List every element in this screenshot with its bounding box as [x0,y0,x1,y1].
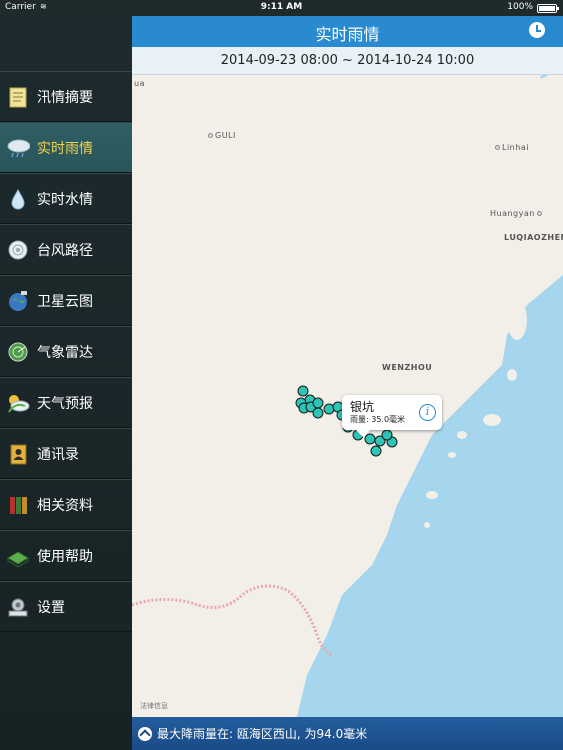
sidebar-item-contacts[interactable]: 通讯录 [0,428,132,479]
battery-icon [537,4,559,13]
page-title: 实时雨情 [315,25,380,44]
city-dot-icon [208,133,213,138]
status-bar: Carrier ≋ 9:11 AM 100% [0,0,563,16]
legal-link[interactable]: 法律信息 [140,701,168,711]
map-label-linhai: Linhai [495,143,529,152]
sidebar-item-label: 使用帮助 [37,548,93,565]
sidebar-item-label: 设置 [37,599,65,616]
sidebar-item-weather-forecast[interactable]: 天气预报 [0,377,132,428]
map-label: ua [134,79,145,88]
station-name: 银坑 [350,400,375,414]
clock-icon[interactable] [529,22,545,38]
help-book-icon [6,544,30,568]
map-label-wenzhou: WENZHOU [382,363,433,372]
battery-percent: 100% [507,2,533,12]
sidebar-item-label: 汛情摘要 [37,89,93,106]
city-dot-icon [536,211,542,216]
water-drops-icon [6,187,30,211]
notes-icon [6,85,30,109]
sidebar-item-label: 通讯录 [37,446,79,463]
books-icon [6,493,30,517]
sidebar-item-weather-radar[interactable]: 气象雷达 [0,326,132,377]
sidebar-item-label: 实时水情 [37,191,93,208]
map-label-luqiaozhen: LUQIAOZHEN [504,233,563,242]
sidebar-item-realtime-water[interactable]: 实时水情 [0,173,132,224]
sidebar-item-typhoon-track[interactable]: 台风路径 [0,224,132,275]
sidebar-item-label: 相关资料 [37,497,93,514]
map-view[interactable]: ua GULI Linhai Huangyan LUQIAOZHEN WENZH… [132,75,563,717]
date-range-bar[interactable]: 2014-09-23 08:00 ~ 2014-10-24 10:00 [132,47,563,75]
station-callout[interactable]: 银坑 雨量: 35.0毫米 i [342,395,442,437]
sidebar-item-label: 实时雨情 [37,140,93,157]
contacts-icon [6,442,30,466]
satellite-icon [6,289,30,313]
map-label-huangyan: Huangyan [490,209,544,218]
chevron-up-icon[interactable] [138,726,152,741]
sidebar-item-help[interactable]: 使用帮助 [0,530,132,581]
settings-icon [6,595,30,619]
city-dot-icon [495,145,500,150]
sidebar: 汛情摘要 实时雨情 实时水情 台风路径 卫星云图 气象雷达 天气预报 通讯录 相… [0,16,132,750]
sidebar-item-satellite[interactable]: 卫星云图 [0,275,132,326]
weather-icon [6,391,30,415]
info-icon[interactable]: i [419,404,436,421]
sidebar-item-label: 卫星云图 [37,293,93,310]
radar-icon [6,340,30,364]
station-rainfall: 雨量: 35.0毫米 [350,415,406,424]
sidebar-item-settings[interactable]: 设置 [0,581,132,632]
sidebar-item-realtime-rain[interactable]: 实时雨情 [0,122,132,173]
status-time: 9:11 AM [260,2,303,12]
sidebar-item-reference-materials[interactable]: 相关资料 [0,479,132,530]
max-rainfall-text: 最大降雨量在: 瓯海区西山, 为94.0毫米 [157,727,368,741]
map-label-guli: GULI [208,131,236,140]
rain-cloud-icon [6,136,30,160]
sidebar-item-flood-summary[interactable]: 汛情摘要 [0,71,132,122]
typhoon-icon [6,238,30,262]
sidebar-item-label: 气象雷达 [37,344,93,361]
nav-header: 实时雨情 [132,16,563,47]
sidebar-item-label: 台风路径 [37,242,93,259]
sidebar-item-label: 天气预报 [37,395,93,412]
max-rainfall-bar[interactable]: 最大降雨量在: 瓯海区西山, 为94.0毫米 [132,717,563,750]
